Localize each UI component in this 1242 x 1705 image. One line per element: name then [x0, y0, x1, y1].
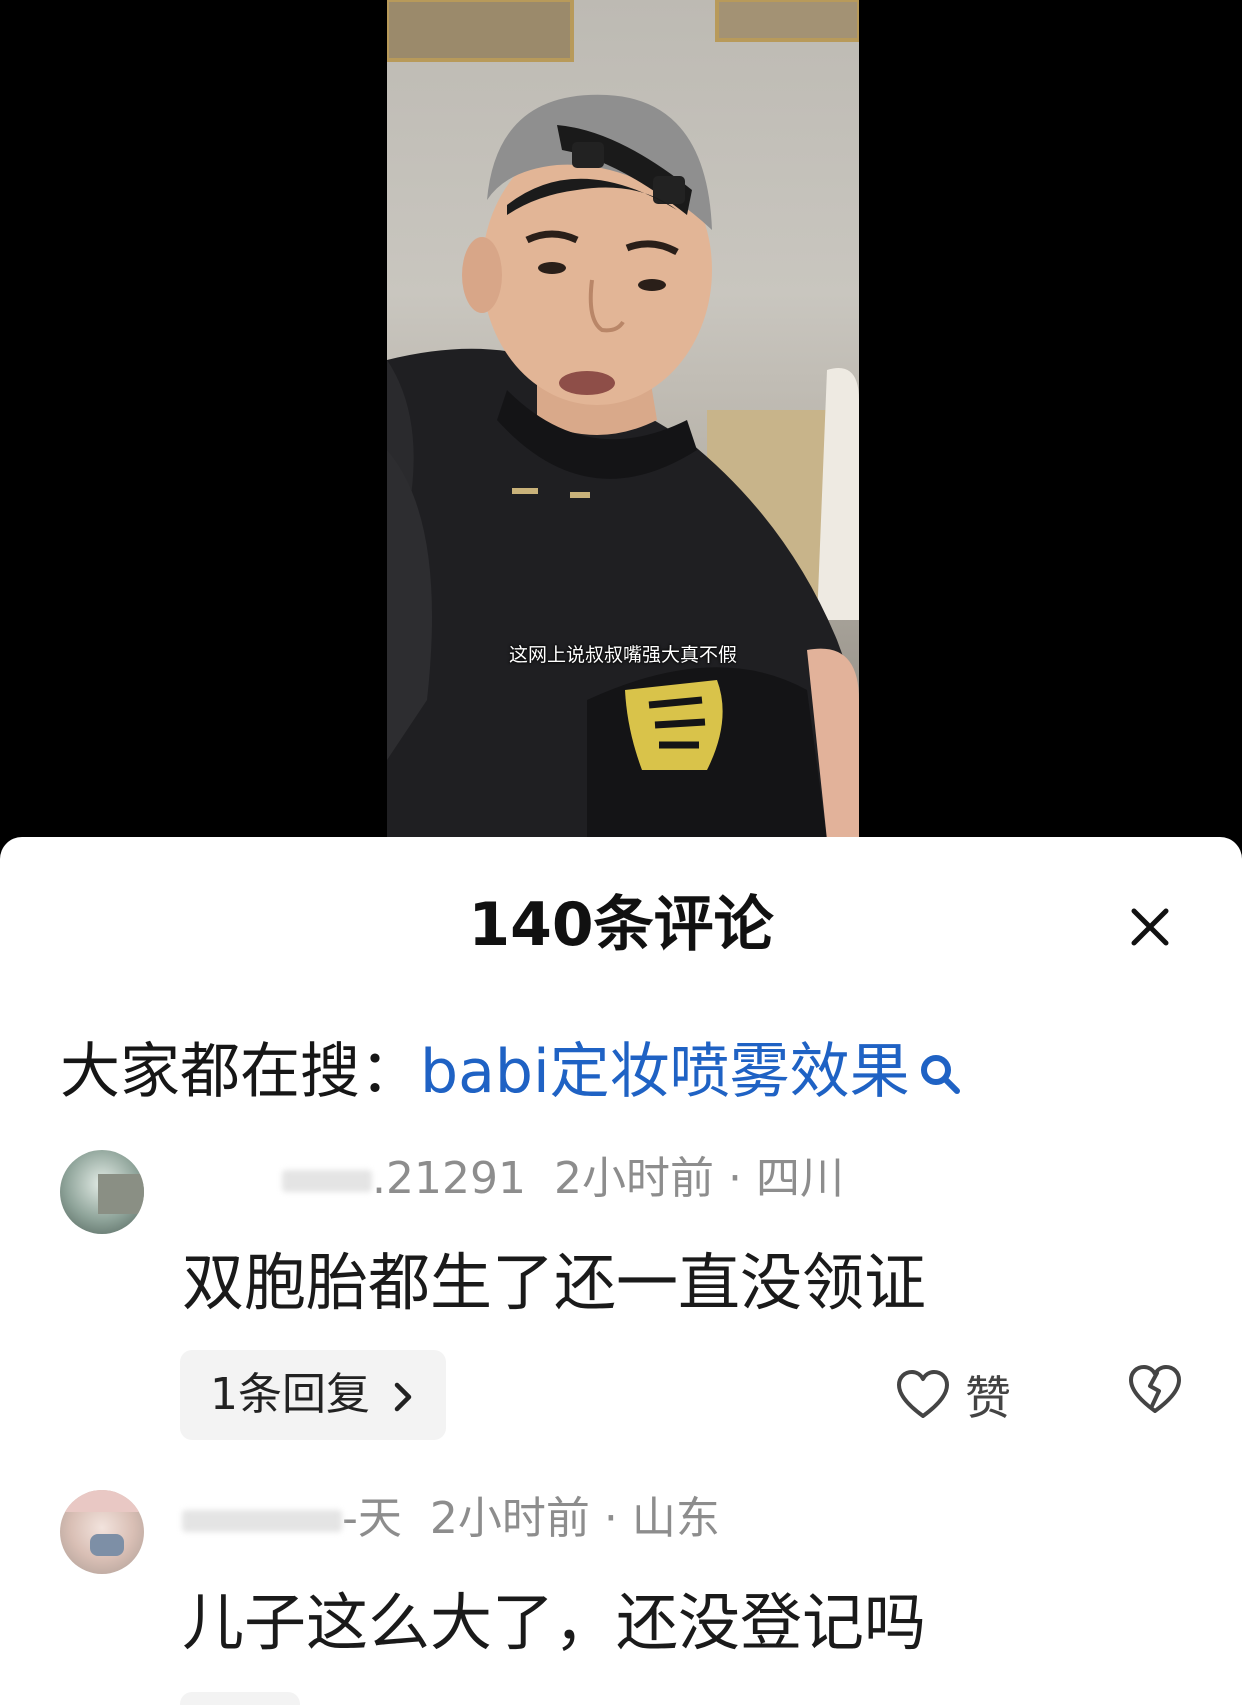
comment-text: 双胞胎都生了还一直没领证 — [182, 1246, 927, 1319]
comment-location: 山东 — [631, 1493, 720, 1544]
close-button[interactable] — [1120, 897, 1180, 957]
close-icon — [1131, 908, 1169, 946]
video-subtitle: 这网上说叔叔嘴强大真不假 — [508, 644, 737, 666]
username-redacted — [182, 1510, 342, 1532]
video-still-illustration — [387, 0, 859, 840]
avatar[interactable] — [60, 1490, 144, 1574]
reply-count-label: 1条回复 — [210, 1369, 370, 1420]
like-button[interactable]: 赞 — [895, 1362, 1011, 1428]
username-redacted — [282, 1170, 372, 1192]
comment-sheet: 140条评论 大家都在搜：babi定妆喷雾效果 .21291 2小时前 · 四川… — [0, 837, 1242, 1705]
trending-search-row: 大家都在搜：babi定妆喷雾效果 — [60, 1027, 962, 1117]
meta-separator: · — [727, 1153, 742, 1204]
broken-heart-icon — [1129, 1365, 1181, 1413]
dislike-button[interactable] — [1127, 1364, 1183, 1420]
comment-item: -天 2小时前 · 山东 儿子这么大了，还没登记吗 — [0, 1482, 1242, 1705]
comment-meta: .21291 2小时前 · 四川 — [282, 1142, 844, 1206]
comment-username[interactable]: .21291 — [372, 1153, 526, 1204]
heart-icon — [897, 1370, 949, 1418]
trending-label: 大家都在搜： — [60, 1037, 420, 1107]
comment-text: 儿子这么大了，还没登记吗 — [182, 1586, 927, 1659]
video-player[interactable]: 这网上说叔叔嘴强大真不假 — [0, 0, 1242, 840]
comment-username[interactable]: -天 — [342, 1493, 402, 1544]
view-replies-button[interactable]: 1条回复 — [180, 1350, 446, 1440]
comment-time: 2小时前 — [553, 1153, 714, 1204]
trending-query-link[interactable]: babi定妆喷雾效果 — [420, 1037, 910, 1107]
comment-time: 2小时前 — [429, 1493, 590, 1544]
comment-meta: -天 2小时前 · 山东 — [182, 1482, 720, 1546]
meta-separator: · — [603, 1493, 618, 1544]
view-replies-button[interactable] — [180, 1692, 300, 1705]
search-icon[interactable] — [918, 1031, 962, 1121]
comment-count-title: 140条评论 — [468, 890, 774, 960]
avatar[interactable] — [60, 1150, 144, 1234]
like-label: 赞 — [965, 1371, 1011, 1425]
comment-location: 四川 — [755, 1153, 844, 1204]
chevron-right-icon — [394, 1382, 412, 1412]
video-frame[interactable]: 这网上说叔叔嘴强大真不假 — [387, 0, 859, 840]
